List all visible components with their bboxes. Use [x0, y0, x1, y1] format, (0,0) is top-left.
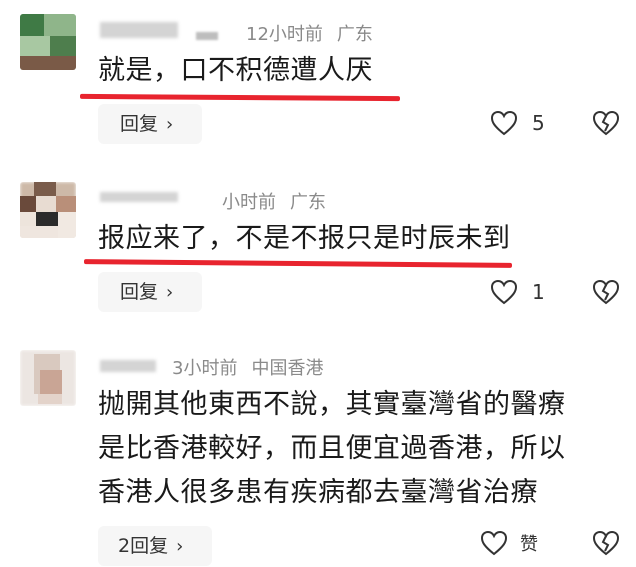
- like-button[interactable]: 赞: [480, 530, 538, 556]
- comment-1: 12小时前 广东 就是，口不积德遭人厌 回复 › 5: [0, 0, 636, 170]
- avatar[interactable]: [20, 350, 76, 406]
- heart-outline-icon: [490, 110, 518, 136]
- comment-location: 广东: [336, 24, 373, 45]
- dislike-button[interactable]: [592, 530, 620, 560]
- comment-2: 小时前 广东 报应来了，不是不报只是时辰未到 回复 › 1: [0, 170, 636, 340]
- comment-text-line-1: 抛開其他東西不說，其實臺灣省的醫療: [98, 389, 566, 420]
- red-underline: [79, 93, 401, 102]
- username-blurred-tail: [196, 32, 218, 40]
- chevron-right-icon: ›: [166, 282, 174, 303]
- red-underline: [83, 259, 513, 268]
- dislike-button[interactable]: [592, 279, 620, 309]
- comment-time: 12小时前: [246, 24, 323, 45]
- reply-label: 回复: [120, 281, 159, 303]
- reply-label: 2回复: [118, 535, 169, 557]
- reply-button[interactable]: 回复 ›: [98, 104, 202, 144]
- like-count: 1: [532, 280, 545, 304]
- comment-meta: 12小时前 广东: [246, 20, 373, 46]
- username-blurred[interactable]: [100, 360, 156, 372]
- reply-label: 回复: [120, 113, 159, 135]
- broken-heart-icon: [592, 110, 620, 136]
- comment-time: 小时前: [222, 192, 276, 213]
- dislike-button[interactable]: [592, 110, 620, 140]
- like-button[interactable]: 1: [490, 279, 545, 305]
- like-count: 5: [532, 111, 545, 135]
- avatar[interactable]: [20, 14, 76, 70]
- comment-location: 中国香港: [251, 358, 324, 379]
- comment-text-line-2: 是比香港較好，而且便宜過香港，所以: [98, 433, 566, 464]
- comment-text: 报应来了，不是不报只是时辰未到: [98, 223, 511, 254]
- heart-outline-icon: [490, 279, 518, 305]
- avatar[interactable]: [20, 182, 76, 238]
- broken-heart-icon: [592, 530, 620, 556]
- reply-button[interactable]: 回复 ›: [98, 272, 202, 312]
- comment-time: 3小时前: [172, 358, 238, 379]
- broken-heart-icon: [592, 279, 620, 305]
- heart-outline-icon: [480, 530, 508, 556]
- chevron-right-icon: ›: [166, 114, 174, 135]
- reply-button[interactable]: 2回复 ›: [98, 526, 212, 566]
- comment-meta: 小时前 广东: [222, 188, 326, 214]
- username-blurred[interactable]: [100, 22, 178, 38]
- comment-3: 3小时前 中国香港 抛開其他東西不說，其實臺灣省的醫療 是比香港較好，而且便宜過香…: [0, 340, 636, 566]
- like-button[interactable]: 5: [490, 110, 545, 136]
- comment-meta: 3小时前 中国香港: [172, 354, 323, 380]
- comment-text-line-3: 香港人很多患有疾病都去臺灣省治療: [98, 477, 538, 508]
- comment-location: 广东: [290, 192, 326, 213]
- username-blurred[interactable]: [100, 192, 178, 202]
- comment-text: 就是，口不积德遭人厌: [98, 55, 373, 86]
- like-label: 赞: [520, 534, 538, 555]
